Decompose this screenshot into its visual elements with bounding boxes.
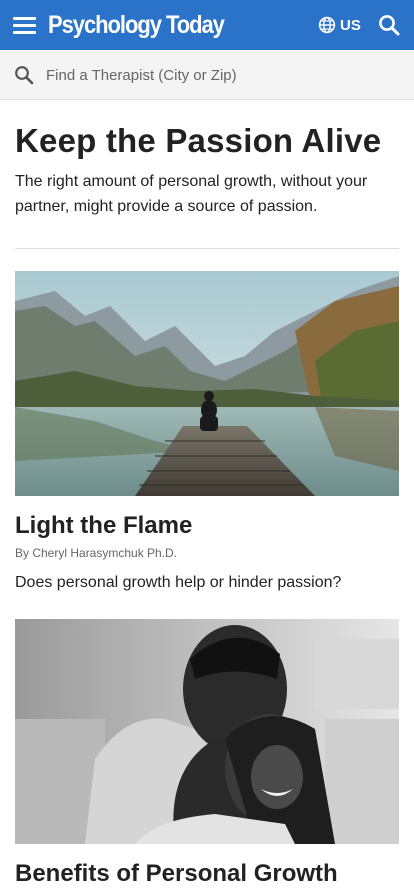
region-label: US bbox=[340, 16, 361, 34]
article-image-couple[interactable] bbox=[15, 619, 399, 844]
article-title[interactable]: Light the Flame bbox=[15, 511, 192, 541]
therapist-search-bar bbox=[0, 50, 414, 100]
article-image-lake[interactable] bbox=[15, 271, 399, 496]
menu-icon[interactable] bbox=[13, 17, 36, 34]
divider bbox=[15, 248, 399, 249]
page-title: Keep the Passion Alive bbox=[15, 122, 382, 159]
page-subtitle: The right amount of personal growth, wit… bbox=[15, 173, 368, 215]
therapist-search-input[interactable] bbox=[46, 62, 396, 88]
search-icon bbox=[15, 66, 34, 85]
region-selector[interactable]: US bbox=[318, 14, 361, 36]
globe-icon bbox=[318, 16, 336, 34]
article-title[interactable]: Benefits of Personal Growth bbox=[15, 859, 338, 889]
article-teaser: Does personal growth help or hinder pass… bbox=[15, 574, 342, 591]
top-nav-bar: Psychology Today US bbox=[0, 0, 414, 50]
article-byline[interactable]: By Cheryl Harasymchuk Ph.D. bbox=[15, 546, 177, 560]
site-logo[interactable]: Psychology Today bbox=[48, 9, 225, 41]
search-icon[interactable] bbox=[378, 14, 400, 36]
